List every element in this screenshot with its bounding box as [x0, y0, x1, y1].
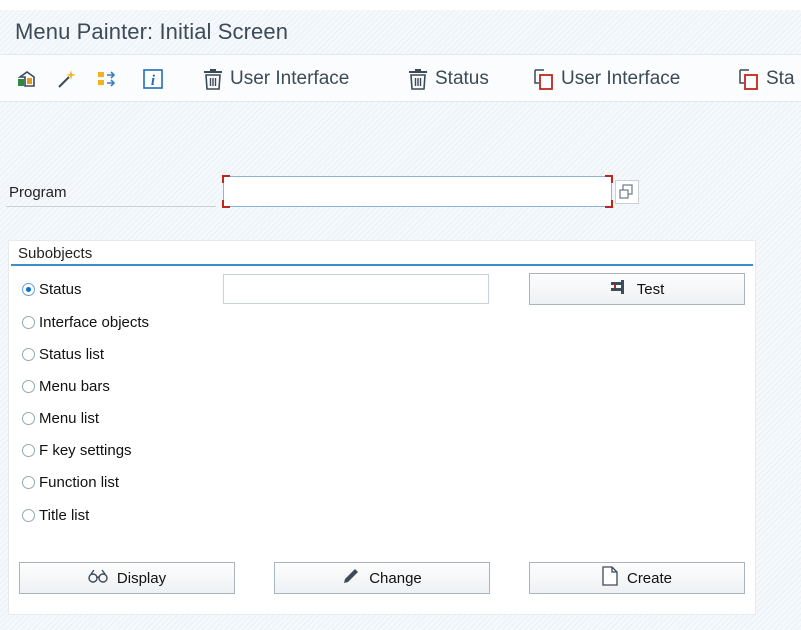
create-button[interactable]: Create	[529, 562, 745, 594]
radio-title-list[interactable]: Title list	[22, 504, 89, 526]
page-title: Menu Painter: Initial Screen	[15, 19, 289, 44]
trash-icon	[202, 68, 224, 90]
radio-label: Status list	[39, 345, 105, 363]
toolbar-other-object-button[interactable]	[16, 67, 38, 91]
status-input[interactable]	[223, 274, 489, 304]
pencil-icon	[342, 567, 360, 589]
radio-button[interactable]	[22, 475, 35, 489]
radio-label: Status	[39, 280, 82, 298]
copy-icon	[533, 68, 555, 90]
toolbar-label: User Interface	[561, 68, 681, 89]
radio-label: Interface objects	[39, 313, 150, 331]
display-button[interactable]: Display	[19, 562, 235, 594]
program-label: Program	[9, 184, 67, 201]
test-icon	[610, 279, 628, 299]
radio-button[interactable]	[22, 508, 35, 522]
application-toolbar: i User Interface Status User Interface S…	[0, 54, 801, 102]
value-help-button[interactable]	[615, 180, 639, 204]
radio-button[interactable]	[22, 315, 35, 329]
radio-function-list[interactable]: Function list	[22, 471, 119, 493]
toolbar-generate-button[interactable]	[56, 67, 78, 91]
toolbar-where-used-button[interactable]	[96, 67, 118, 91]
new-document-icon	[602, 566, 618, 590]
subobjects-title: Subobjects	[18, 245, 93, 262]
radio-status[interactable]: Status	[22, 278, 82, 300]
radio-button[interactable]	[22, 347, 35, 361]
toolbar-label: Status	[435, 68, 489, 89]
radio-button[interactable]	[22, 443, 35, 457]
required-marker	[605, 175, 613, 183]
subobjects-divider	[11, 264, 753, 266]
copy-icon	[738, 68, 760, 90]
change-label: Change	[369, 569, 422, 587]
toolbar-copy-status-button[interactable]: Sta	[738, 67, 795, 91]
test-button[interactable]: Test	[529, 273, 745, 305]
required-marker	[605, 200, 613, 208]
display-label: Display	[116, 569, 167, 587]
other-object-icon	[16, 68, 38, 90]
change-button[interactable]: Change	[274, 562, 490, 594]
radio-menu-bars[interactable]: Menu bars	[22, 375, 110, 397]
toolbar-label: Sta	[766, 68, 795, 89]
radio-interface-objects[interactable]: Interface objects	[22, 311, 149, 333]
radio-button[interactable]	[22, 379, 35, 393]
radio-label: Title list	[39, 506, 90, 524]
test-label: Test	[636, 280, 665, 298]
radio-button[interactable]	[22, 411, 35, 425]
radio-label: F key settings	[39, 441, 132, 459]
info-icon: i	[142, 68, 164, 90]
radio-f-key-settings[interactable]: F key settings	[22, 439, 132, 461]
required-marker	[222, 200, 230, 208]
toolbar-label: User Interface	[230, 68, 350, 89]
toolbar-delete-status-button[interactable]: Status	[407, 67, 489, 91]
radio-menu-list[interactable]: Menu list	[22, 407, 99, 429]
radio-status-list[interactable]: Status list	[22, 343, 104, 365]
trash-icon	[407, 68, 429, 90]
top-strip	[0, 0, 801, 10]
radio-label: Menu list	[39, 409, 100, 427]
program-label-underline	[6, 206, 216, 207]
create-label: Create	[626, 569, 673, 587]
toolbar-copy-user-interface-button[interactable]: User Interface	[533, 67, 680, 91]
radio-button-selected[interactable]	[22, 282, 35, 296]
toolbar-delete-user-interface-button[interactable]: User Interface	[202, 67, 349, 91]
subobjects-panel: Subobjects Status Interface objects Stat…	[8, 240, 756, 615]
where-used-icon	[96, 68, 118, 90]
radio-label: Function list	[39, 473, 120, 491]
program-input[interactable]	[222, 175, 613, 208]
magic-wand-icon	[56, 68, 78, 90]
radio-label: Menu bars	[39, 377, 110, 395]
required-marker	[222, 175, 230, 183]
toolbar-info-button[interactable]: i	[142, 67, 164, 91]
value-help-icon	[619, 184, 633, 199]
glasses-icon	[88, 569, 108, 587]
